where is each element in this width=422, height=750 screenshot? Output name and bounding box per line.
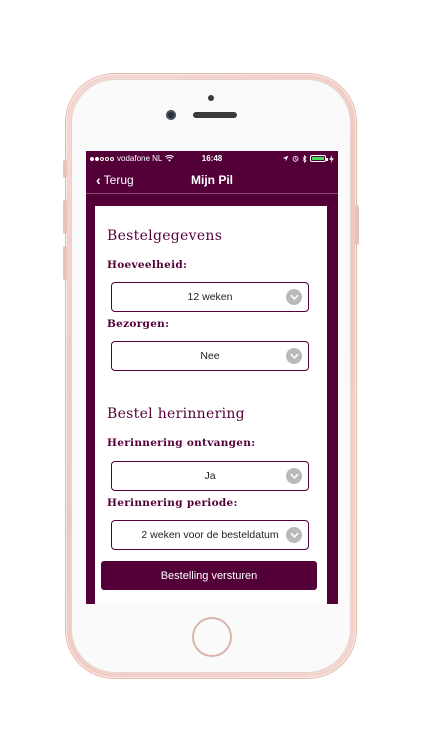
front-camera <box>166 110 176 120</box>
chevron-left-icon: ‹ <box>96 171 101 188</box>
quantity-label: Hoeveelheid: <box>107 259 188 271</box>
phone-power-button <box>355 205 359 245</box>
status-time: 16:48 <box>201 154 223 163</box>
submit-order-button[interactable]: Bestelling versturen <box>101 561 317 590</box>
battery-level <box>312 157 324 160</box>
battery-icon <box>310 155 328 162</box>
delivery-select[interactable]: Nee <box>111 341 309 371</box>
app-screen: vodafone NL 16:48 ‹ Terug Mijn Pil Beste… <box>86 151 338 604</box>
earpiece-speaker <box>193 112 237 118</box>
proximity-sensor <box>208 95 214 101</box>
quantity-select[interactable]: 12 weken <box>111 282 309 312</box>
home-button[interactable] <box>192 617 232 657</box>
navigation-bar: ‹ Terug Mijn Pil <box>86 166 338 194</box>
phone-volume-up <box>63 200 67 234</box>
quantity-value: 12 weken <box>187 291 233 303</box>
back-button[interactable]: ‹ Terug <box>86 173 134 187</box>
reminder-receive-select[interactable]: Ja <box>111 461 309 491</box>
phone-mute-switch <box>63 160 67 178</box>
chevron-down-icon <box>286 348 302 364</box>
delivery-value: Nee <box>200 350 220 362</box>
phone-volume-down <box>63 246 67 280</box>
status-bar: vodafone NL 16:48 <box>86 151 338 166</box>
back-button-label: Terug <box>103 172 134 187</box>
chevron-down-icon <box>286 289 302 305</box>
chevron-down-icon <box>286 468 302 484</box>
reminder-period-label: Herinnering periode: <box>107 497 238 509</box>
reminder-period-value: 2 weken voor de besteldatum <box>141 529 279 541</box>
form-card: Bestelgegevens Hoeveelheid: 12 weken Bez… <box>95 206 327 604</box>
reminder-receive-label: Herinnering ontvangen: <box>107 437 256 449</box>
chevron-down-icon <box>286 527 302 543</box>
delivery-label: Bezorgen: <box>107 318 170 330</box>
reminder-receive-value: Ja <box>204 470 216 482</box>
reminder-section-title: Bestel herinnering <box>107 406 245 422</box>
order-section-title: Bestelgegevens <box>107 228 223 244</box>
reminder-period-select[interactable]: 2 weken voor de besteldatum <box>111 520 309 550</box>
